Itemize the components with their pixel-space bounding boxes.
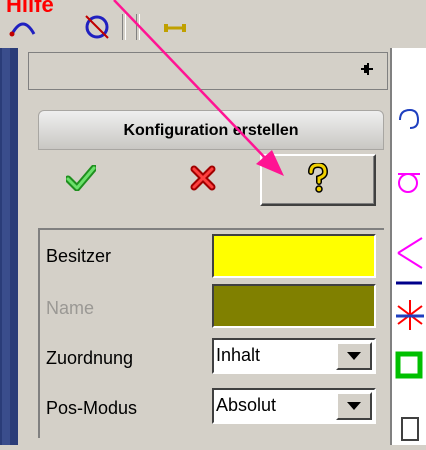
sketch-dimension-icon[interactable] xyxy=(160,12,190,42)
help-button[interactable] xyxy=(260,154,376,206)
chevron-down-icon xyxy=(347,402,361,410)
chevron-down-icon xyxy=(347,352,361,360)
assignment-select[interactable]: Inhalt xyxy=(212,338,376,374)
pos-mode-select[interactable]: Absolut xyxy=(212,388,376,424)
properties-grid: Besitzer Name Zuordnung Inhalt Pos-Modus… xyxy=(38,228,384,438)
pos-mode-label: Pos-Modus xyxy=(46,398,138,418)
toolbar-asterisk-icon[interactable] xyxy=(396,300,424,330)
panel-header xyxy=(28,52,388,90)
owner-color-swatch[interactable] xyxy=(212,234,376,278)
toolbar-separator xyxy=(122,14,126,40)
name-label: Name xyxy=(46,298,95,318)
left-window-frame-inner xyxy=(2,48,10,445)
toolbar-motion-icon[interactable] xyxy=(398,173,420,193)
sketch-circle-icon[interactable] xyxy=(82,12,112,42)
panel-title: Konfiguration erstellen xyxy=(38,110,384,150)
assignment-dropdown-button[interactable] xyxy=(336,342,372,370)
yellow-question-icon xyxy=(307,161,329,198)
green-check-icon xyxy=(64,164,98,196)
owner-label: Besitzer xyxy=(46,246,112,266)
ok-button[interactable] xyxy=(46,158,116,202)
assignment-label: Zuordnung xyxy=(46,348,134,368)
toolbar-angle-icon[interactable] xyxy=(397,237,423,269)
name-color-swatch xyxy=(212,284,376,328)
toolbar-camera-icon[interactable] xyxy=(399,108,420,129)
toolbar xyxy=(0,0,426,48)
right-tool-column xyxy=(392,48,426,445)
toolbar-separator xyxy=(136,14,140,40)
pin-icon[interactable] xyxy=(360,62,374,81)
cancel-button[interactable] xyxy=(158,158,248,202)
assignment-select-value: Inhalt xyxy=(216,345,261,365)
pos-mode-select-value: Absolut xyxy=(216,395,277,415)
panel-button-row xyxy=(38,150,384,210)
red-x-icon xyxy=(190,165,216,196)
sketch-arc-icon[interactable] xyxy=(8,12,38,42)
toolbar-rectangle-icon[interactable] xyxy=(395,351,423,379)
toolbar-document-icon[interactable] xyxy=(401,417,419,441)
pos-mode-dropdown-button[interactable] xyxy=(336,392,372,420)
